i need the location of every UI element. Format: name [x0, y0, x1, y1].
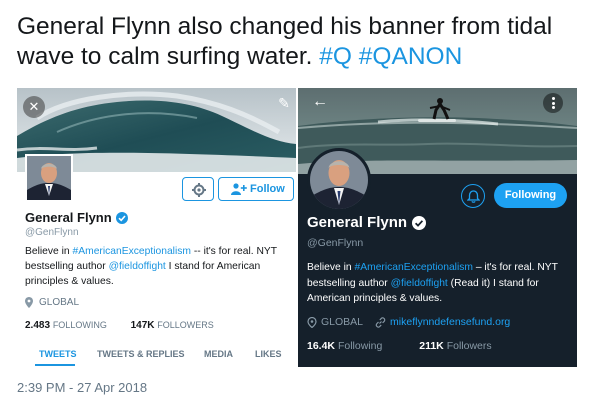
bio-text: Believe in [307, 262, 355, 273]
profile-location: GLOBAL mikeflynndefensefund.org [307, 316, 510, 328]
profile-tabs: TWEETS TWEETS & REPLIES MEDIA LIKES [17, 344, 296, 366]
follow-button[interactable]: Follow [218, 177, 294, 201]
bio-mention-link[interactable]: @fieldoffight [391, 278, 448, 289]
followers-count[interactable]: 211K [419, 340, 444, 352]
follow-button-label: Follow [250, 183, 285, 195]
followers-label: Followers [446, 340, 492, 352]
hashtag-q[interactable]: #Q [319, 43, 352, 70]
profile-name: General Flynn [307, 214, 427, 231]
bio-hashtag-link[interactable]: #AmericanExceptionalism [355, 262, 473, 273]
add-user-icon [231, 183, 247, 195]
following-count[interactable]: 2.483 [25, 320, 50, 331]
verified-badge-icon [412, 215, 427, 230]
location-text: GLOBAL [39, 297, 80, 308]
location-text: GLOBAL [321, 316, 364, 328]
tab-likes[interactable]: LIKES [255, 349, 282, 359]
profile-handle: @GenFlynn [307, 237, 364, 249]
avatar [307, 148, 371, 212]
profile-bio: Believe in #AmericanExceptionalism -- it… [25, 244, 293, 289]
link-icon [375, 316, 386, 328]
profile-bio: Believe in #AmericanExceptionalism – it'… [307, 260, 575, 307]
profile-stats: 2.483 FOLLOWING 147K FOLLOWERS [25, 320, 214, 331]
tweet-timestamp[interactable]: 2:39 PM - 27 Apr 2018 [17, 380, 147, 395]
bell-plus-icon [467, 190, 480, 203]
more-options-icon[interactable] [543, 93, 563, 113]
cropped-previous-line [0, 0, 606, 6]
website-link[interactable]: mikeflynndefensefund.org [390, 316, 510, 328]
followers-label: FOLLOWERS [157, 320, 214, 330]
notifications-button[interactable] [461, 184, 485, 208]
bio-mention-link[interactable]: @fieldoffight [109, 261, 166, 272]
hashtag-qanon[interactable]: #QANON [359, 43, 462, 70]
tab-media[interactable]: MEDIA [204, 349, 233, 359]
following-count[interactable]: 16.4K [307, 340, 335, 352]
following-label: Following [337, 340, 383, 352]
settings-button[interactable] [182, 177, 214, 201]
close-icon[interactable]: ✕ [23, 96, 45, 118]
followers-count[interactable]: 147K [131, 320, 155, 331]
active-tab-indicator [35, 364, 75, 366]
tweet-text-main: General Flynn also changed his banner fr… [17, 13, 553, 70]
verified-badge-icon [115, 211, 128, 224]
profile-handle: @GenFlynn [25, 227, 79, 238]
following-label: FOLLOWING [52, 320, 107, 330]
location-pin-icon [307, 316, 317, 328]
following-button[interactable]: Following [494, 183, 567, 208]
tweet-text: General Flynn also changed his banner fr… [17, 12, 597, 72]
edit-icon[interactable]: ✎ [273, 92, 295, 114]
location-pin-icon [25, 297, 33, 308]
profile-name-text: General Flynn [307, 214, 408, 231]
profile-card-old: ✕ ✎ Follow General Flynn @GenFlynn Belie… [17, 88, 296, 366]
tab-tweets[interactable]: TWEETS [39, 349, 77, 359]
gear-icon [192, 183, 206, 197]
tab-tweets-replies[interactable]: TWEETS & REPLIES [97, 349, 185, 359]
profile-card-new: ← Following General Flynn @GenFlynn Beli… [298, 88, 577, 367]
avatar [25, 154, 73, 202]
back-arrow-icon[interactable]: ← [312, 93, 328, 111]
profile-location: GLOBAL [25, 297, 79, 308]
profile-name: General Flynn [25, 210, 128, 225]
bio-hashtag-link[interactable]: #AmericanExceptionalism [73, 246, 191, 257]
profile-stats: 16.4K Following 211K Followers [307, 340, 492, 352]
profile-name-text: General Flynn [25, 210, 112, 225]
bio-text: Believe in [25, 246, 73, 257]
